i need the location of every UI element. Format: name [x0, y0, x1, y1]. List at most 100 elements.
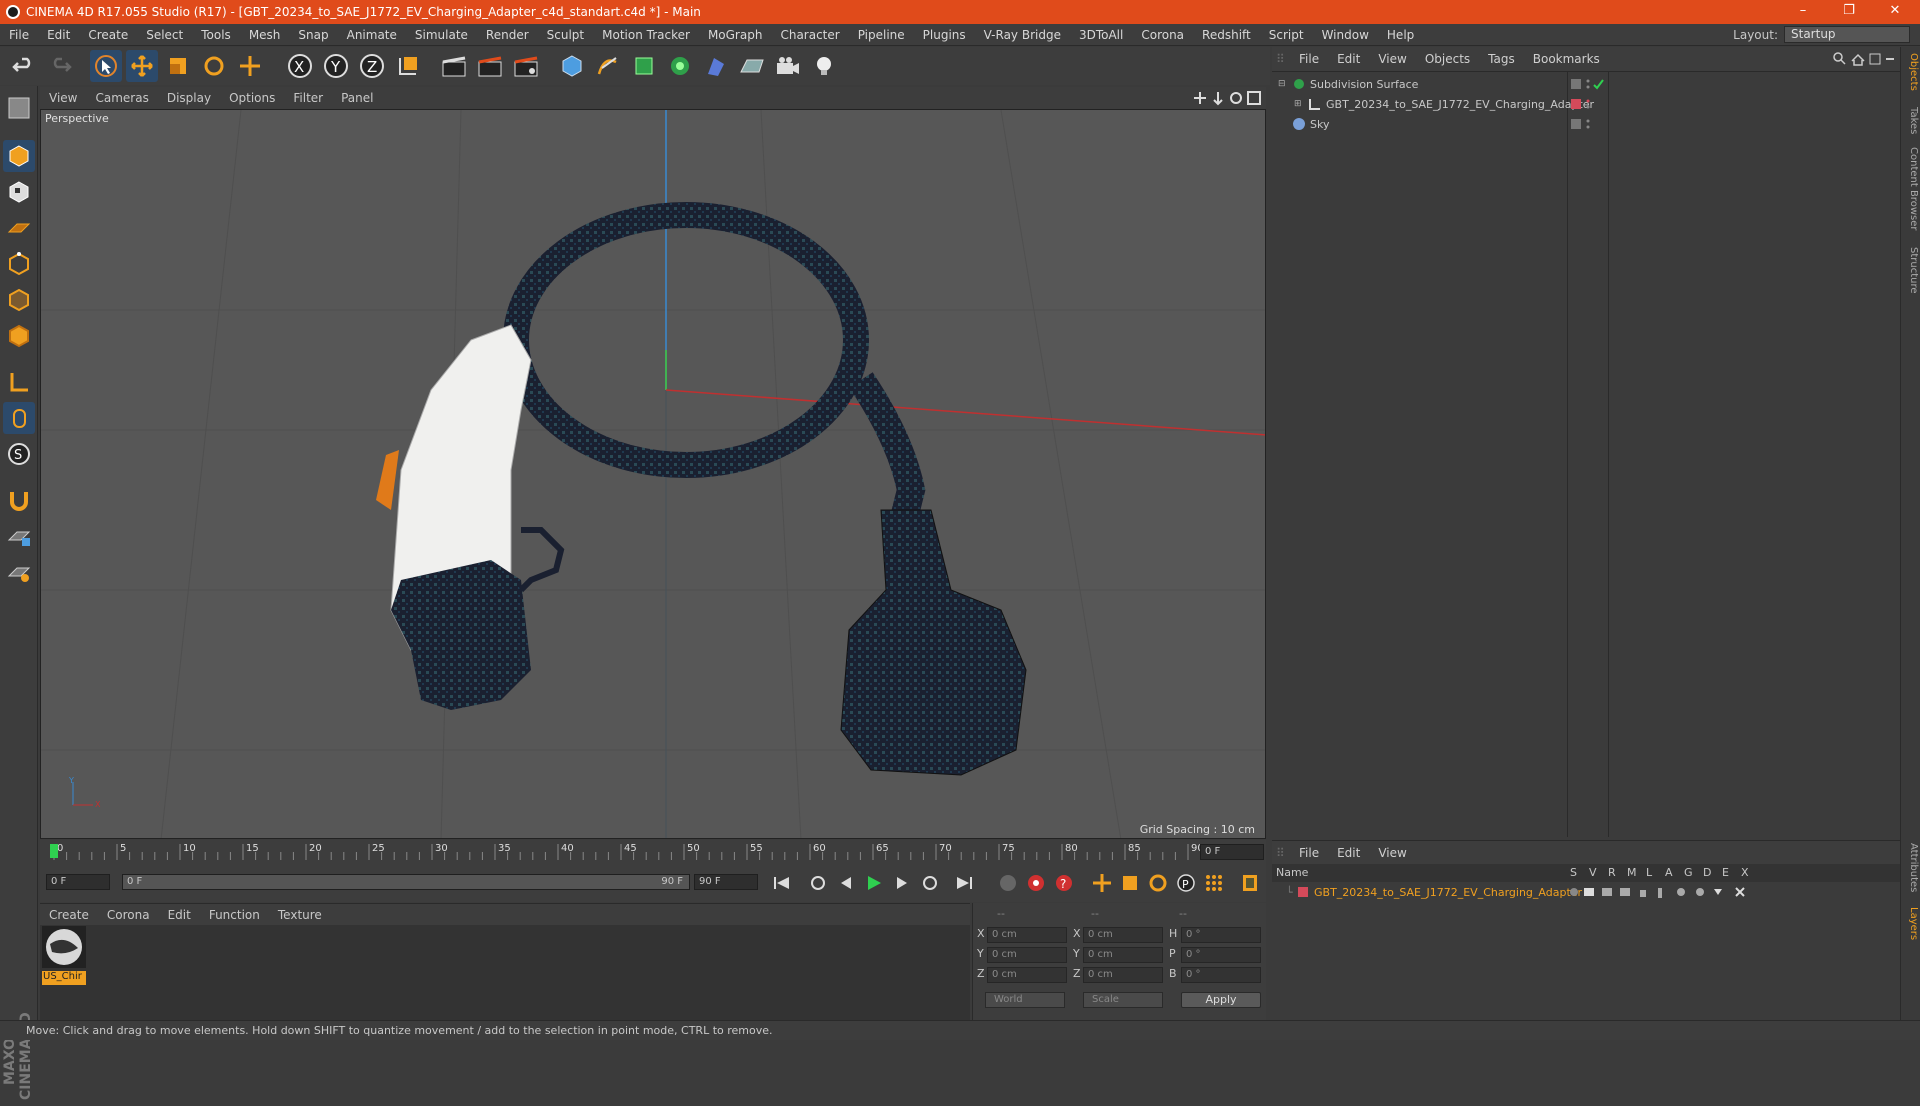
layer-menu-view[interactable]: View: [1369, 846, 1415, 860]
array-button[interactable]: [664, 50, 696, 82]
layout-dropdown[interactable]: Startup: [1784, 26, 1910, 43]
rotation-b-field[interactable]: 0 °: [1181, 967, 1261, 983]
timeline-button[interactable]: [1238, 871, 1262, 895]
frame-range-slider[interactable]: 0 F 90 F: [122, 874, 690, 890]
viewport-menu-cameras[interactable]: Cameras: [86, 91, 157, 105]
rotation-p-field[interactable]: 0 °: [1181, 947, 1261, 963]
object-visibility-icons[interactable]: [1570, 77, 1610, 91]
menu-mograph[interactable]: MoGraph: [699, 28, 772, 42]
position-z-field[interactable]: 0 cm: [987, 967, 1067, 983]
tweak-mode-button[interactable]: [3, 402, 35, 434]
layer-col-expressions[interactable]: E: [1722, 866, 1729, 879]
z-axis-button[interactable]: Z: [356, 50, 388, 82]
side-tab-objects[interactable]: Objects: [1903, 53, 1919, 91]
go-to-start-button[interactable]: [770, 871, 794, 895]
side-tab-content-browser[interactable]: Content Browser: [1903, 147, 1919, 230]
menu-corona[interactable]: Corona: [1132, 28, 1193, 42]
object-row-adapter[interactable]: ⊞ GBT_20234_to_SAE_J1772_EV_Charging_Ada…: [1272, 94, 1900, 114]
layer-col-animation[interactable]: A: [1665, 866, 1673, 879]
play-button[interactable]: [862, 871, 886, 895]
object-menu-bookmarks[interactable]: Bookmarks: [1524, 52, 1609, 66]
material-swatch[interactable]: US_Chir: [42, 926, 86, 985]
menu-animate[interactable]: Animate: [338, 28, 406, 42]
layer-row[interactable]: └ GBT_20234_to_SAE_J1772_EV_Charging_Ada…: [1272, 882, 1900, 902]
menu-script[interactable]: Script: [1260, 28, 1313, 42]
size-y-field[interactable]: 0 cm: [1083, 947, 1163, 963]
y-axis-button[interactable]: Y: [320, 50, 352, 82]
go-to-end-button[interactable]: [952, 871, 976, 895]
texture-mode-button[interactable]: [3, 176, 35, 208]
layer-color-swatch[interactable]: [1298, 887, 1308, 897]
menu-file[interactable]: File: [0, 28, 38, 42]
size-z-field[interactable]: 0 cm: [1083, 967, 1163, 983]
menu-render[interactable]: Render: [477, 28, 538, 42]
layer-col-generators[interactable]: G: [1684, 866, 1693, 879]
material-menu-create[interactable]: Create: [40, 908, 98, 922]
menu-plugins[interactable]: Plugins: [914, 28, 975, 42]
light-button[interactable]: [808, 50, 840, 82]
menu-motion-tracker[interactable]: Motion Tracker: [593, 28, 699, 42]
layer-col-solo[interactable]: S: [1570, 866, 1577, 879]
collapse-toggle-icon[interactable]: ⊟: [1278, 79, 1288, 89]
3d-viewport[interactable]: Perspective Y X Grid Spacing : 10 cm: [40, 109, 1266, 839]
close-button[interactable]: ✕: [1872, 0, 1918, 24]
next-key-button[interactable]: [918, 871, 942, 895]
key-rotation-button[interactable]: [1146, 871, 1170, 895]
position-y-field[interactable]: 0 cm: [987, 947, 1067, 963]
side-tab-structure[interactable]: Structure: [1903, 247, 1919, 294]
coordinate-system-button[interactable]: [392, 50, 424, 82]
menu-create[interactable]: Create: [79, 28, 137, 42]
render-picture-viewer-button[interactable]: [474, 50, 506, 82]
coordinate-space-dropdown[interactable]: World: [985, 992, 1065, 1008]
menu-mesh[interactable]: Mesh: [240, 28, 290, 42]
subdivision-surface-button[interactable]: [628, 50, 660, 82]
object-menu-objects[interactable]: Objects: [1416, 52, 1479, 66]
apply-button[interactable]: Apply: [1181, 992, 1261, 1008]
key-position-button[interactable]: [1090, 871, 1114, 895]
object-menu-edit[interactable]: Edit: [1328, 52, 1369, 66]
layer-col-deformers[interactable]: D: [1703, 866, 1711, 879]
move-tool-button[interactable]: [126, 50, 158, 82]
object-menu-tags[interactable]: Tags: [1479, 52, 1524, 66]
undo-button[interactable]: [8, 50, 40, 82]
side-tab-takes[interactable]: Takes: [1903, 107, 1919, 134]
menu-redshift[interactable]: Redshift: [1193, 28, 1260, 42]
start-frame-field[interactable]: 0 F: [46, 874, 110, 890]
layer-col-locked[interactable]: L: [1646, 866, 1652, 879]
menu-simulate[interactable]: Simulate: [406, 28, 477, 42]
transform-tool-button[interactable]: [234, 50, 266, 82]
end-frame-field[interactable]: 90 F: [694, 874, 758, 890]
model-mode-button[interactable]: [3, 140, 35, 172]
object-menu-view[interactable]: View: [1369, 52, 1415, 66]
size-x-field[interactable]: 0 cm: [1083, 927, 1163, 943]
workplane-settings-button[interactable]: [3, 556, 35, 588]
previous-frame-button[interactable]: [834, 871, 858, 895]
points-mode-button[interactable]: [3, 248, 35, 280]
viewport-menu-display[interactable]: Display: [158, 91, 220, 105]
object-manager-tool-icons[interactable]: [1832, 51, 1896, 67]
maximize-button[interactable]: ❐: [1826, 0, 1872, 24]
menu-pipeline[interactable]: Pipeline: [849, 28, 914, 42]
object-visibility-icons[interactable]: [1570, 117, 1610, 131]
viewport-menu-filter[interactable]: Filter: [284, 91, 332, 105]
playhead[interactable]: [50, 844, 58, 858]
side-tab-attributes[interactable]: Attributes: [1903, 843, 1919, 892]
live-selection-button[interactable]: [90, 50, 122, 82]
record-active-objects-button[interactable]: [1024, 871, 1048, 895]
layer-col-view[interactable]: V: [1589, 866, 1597, 879]
viewport-menu-view[interactable]: View: [40, 91, 86, 105]
redo-button[interactable]: [44, 50, 76, 82]
expand-toggle-icon[interactable]: ⊞: [1294, 99, 1304, 109]
magnet-button[interactable]: [3, 484, 35, 516]
layer-col-xref[interactable]: X: [1741, 866, 1749, 879]
menu-3dtoall[interactable]: 3DToAll: [1070, 28, 1132, 42]
spline-pen-button[interactable]: [592, 50, 624, 82]
size-mode-dropdown[interactable]: Scale: [1083, 992, 1163, 1008]
menu-snap[interactable]: Snap: [289, 28, 337, 42]
rotation-h-field[interactable]: 0 °: [1181, 927, 1261, 943]
menu-tools[interactable]: Tools: [192, 28, 240, 42]
object-row-sky[interactable]: Sky: [1272, 114, 1900, 134]
position-x-field[interactable]: 0 cm: [987, 927, 1067, 943]
workplane-mode-button[interactable]: [3, 212, 35, 244]
menu-help[interactable]: Help: [1378, 28, 1423, 42]
